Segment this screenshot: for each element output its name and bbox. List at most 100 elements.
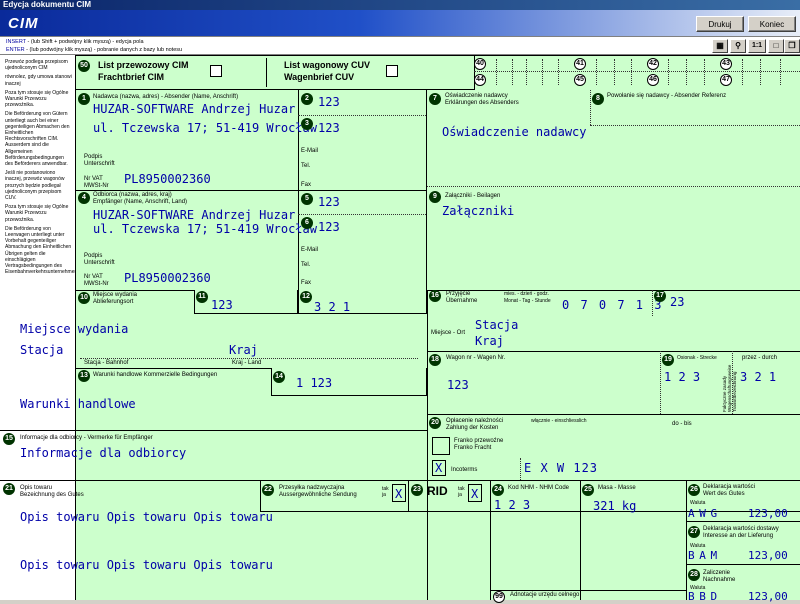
field-6-value[interactable]: 123 xyxy=(318,220,340,234)
goods-description-line-2[interactable]: Opis towaru Opis towaru Opis towaru xyxy=(20,558,273,572)
consignee-name[interactable]: HUZAR-SOFTWARE Andrzej Huzar xyxy=(93,208,295,222)
cash-on-delivery-amount[interactable]: 123,00 xyxy=(748,590,788,604)
field-27-badge: 27 xyxy=(688,526,700,538)
sidebar-note: Die Beförderung von Leerwagen unterliegt… xyxy=(5,225,76,276)
payment-incl-label: włącznie - einschliesslich xyxy=(531,418,587,424)
print-button[interactable]: Drukuj xyxy=(696,16,744,32)
zoom-icon[interactable]: ⚲ xyxy=(730,39,746,53)
nhm-code-value[interactable]: 1 2 3 xyxy=(494,498,530,512)
zoom-fit-icon[interactable]: ▦ xyxy=(712,39,728,53)
route-value-2[interactable]: 3 2 1 xyxy=(740,370,776,384)
field-13-badge: 13 xyxy=(78,370,90,382)
franko-checkbox[interactable] xyxy=(432,437,450,455)
field-14-value[interactable]: 1 123 xyxy=(296,376,332,390)
delivery-interest-currency[interactable]: B A M xyxy=(688,549,717,563)
field-11-badge: 11 xyxy=(196,291,208,303)
delivery-place-label: Miejsce wydania xyxy=(93,292,138,298)
acceptance-datetime-value[interactable]: 0 7 0 7 1 3 xyxy=(562,298,663,312)
field-40-badge: 40 xyxy=(474,58,486,70)
declaration-label-de: Erklärungen des Absenders xyxy=(445,100,519,106)
field-8-badge: 8 xyxy=(592,93,604,105)
field-21-badge: 21 xyxy=(3,483,15,495)
wagon-number-label: Wagon nr - Wagen Nr. xyxy=(446,355,506,361)
field-4-badge: 4 xyxy=(78,192,90,204)
declared-value-currency[interactable]: A W G xyxy=(688,507,717,521)
page-icon[interactable]: □ xyxy=(768,39,784,53)
field-9-badge: 9 xyxy=(429,191,441,203)
declaration-label: Oświadczenie nadawcy xyxy=(445,93,508,99)
delivery-station-value[interactable]: Stacja xyxy=(20,343,63,357)
consignee-label: Odbiorca (nazwa, adres, kraj) xyxy=(93,192,172,198)
commercial-terms-label: Warunki handlowe Kommerzielle Bedingunge… xyxy=(93,372,218,378)
field-14-badge: 14 xyxy=(273,371,285,383)
field-3-value[interactable]: 123 xyxy=(318,121,340,135)
delivery-interest-label-de: Interesse an der Lieferung xyxy=(703,533,774,539)
cim-subtitle: Frachtbrief CIM xyxy=(98,72,165,82)
delivery-place-value[interactable]: Miejsce wydania xyxy=(20,322,128,336)
delivery-interest-amount[interactable]: 123,00 xyxy=(748,549,788,563)
cim-logo: CIM xyxy=(8,15,39,32)
route-label: Osionak - Strecke xyxy=(677,355,717,361)
sender-reference-label: Powołanie się nadawcy - Absender Referen… xyxy=(607,93,727,99)
consignee-info-value[interactable]: Informacje dla odbiorcy xyxy=(20,446,186,460)
consignee-sign-label-de: Unterschrift xyxy=(84,260,115,266)
field-17-value[interactable]: 23 xyxy=(670,295,684,309)
wagon-number-value[interactable]: 123 xyxy=(447,378,469,392)
page-copy-icon[interactable]: ❐ xyxy=(784,39,800,53)
delivery-place-label-de: Ablieferungsort xyxy=(93,299,134,305)
attachments-label: Załączniki - Beilagen xyxy=(445,193,501,199)
commercial-terms-value[interactable]: Warunki handlowe xyxy=(20,397,136,411)
cuv-checkbox[interactable] xyxy=(386,65,398,77)
field-5-value[interactable]: 123 xyxy=(318,195,340,209)
acceptance-label: Przyjęcie xyxy=(446,291,471,297)
sender-name[interactable]: HUZAR-SOFTWARE Andrzej Huzar xyxy=(93,102,295,116)
declared-value-amount[interactable]: 123,00 xyxy=(748,507,788,521)
incoterms-label: Incoterms xyxy=(451,467,478,473)
route-value-1[interactable]: 1 2 3 xyxy=(664,370,700,384)
cash-on-delivery-label-de: Nachnahme xyxy=(703,577,736,583)
insert-key: INSERT xyxy=(6,39,26,45)
field-7-badge: 7 xyxy=(429,93,441,105)
declaration-value[interactable]: Oświadczenie nadawcy xyxy=(442,125,587,139)
rid-label: RID xyxy=(427,484,448,498)
consignee-vat-label: Nr VAT xyxy=(84,274,103,280)
sidebar-note: równolez, gdy umowa stanowi inaczej xyxy=(5,74,72,87)
payment-to-label: do - bis xyxy=(672,421,692,427)
acceptance-station-value[interactable]: Stacja xyxy=(475,318,518,332)
consignee-info-label: Informacje dla odbiorcy - Vermerke für E… xyxy=(20,435,153,441)
sender-tel-label: Tel. xyxy=(301,163,311,169)
cash-on-delivery-currency[interactable]: B B D xyxy=(688,590,717,604)
sender-vat-label: Nr VAT xyxy=(84,176,103,182)
field-45-badge: 45 xyxy=(574,74,586,86)
incoterms-value[interactable]: E X W 123 xyxy=(524,461,598,475)
enter-key: ENTER xyxy=(6,47,25,53)
zoom-1to1-button[interactable]: 1:1 xyxy=(748,39,766,53)
exceptional-mark: X xyxy=(395,487,403,501)
consignee-vat-value[interactable]: PL8950002360 xyxy=(124,271,211,285)
cim-checkbox[interactable] xyxy=(210,65,222,77)
field-2-badge: 2 xyxy=(301,93,313,105)
field-24-badge: 24 xyxy=(492,484,504,496)
delivery-station-label: Stacja - Bahnhof xyxy=(84,360,129,366)
cash-on-delivery-label: Zaliczenie xyxy=(703,570,731,576)
field-18-badge: 18 xyxy=(429,354,441,366)
close-button[interactable]: Koniec xyxy=(748,16,796,32)
sender-vat-value[interactable]: PL8950002360 xyxy=(124,172,211,186)
field-11-value[interactable]: 123 xyxy=(211,298,233,312)
field-41-badge: 41 xyxy=(574,58,586,70)
mass-value[interactable]: 321 kg xyxy=(593,499,636,513)
sender-address[interactable]: ul. Tczewska 17; 51-419 Wrocław xyxy=(93,121,317,135)
exceptional-ja-label: ja xyxy=(382,492,386,498)
acceptance-country-value[interactable]: Kraj xyxy=(475,334,504,348)
field-2-value[interactable]: 123 xyxy=(318,95,340,109)
field-11-box xyxy=(194,290,298,314)
goods-description-line-1[interactable]: Opis towaru Opis towaru Opis towaru xyxy=(20,510,273,524)
attachments-value[interactable]: Załączniki xyxy=(442,204,514,218)
rid-ja-label: ja xyxy=(458,492,462,498)
field-42-badge: 42 xyxy=(647,58,659,70)
consignee-address[interactable]: ul. Tczewska 17; 51-419 Wrocław xyxy=(93,222,317,236)
field-17-badge: 17 xyxy=(654,290,666,302)
goods-description-label: Opis towaru xyxy=(20,485,53,491)
field-12-value[interactable]: 3 2 1 xyxy=(314,300,350,314)
delivery-country-value[interactable]: Kraj xyxy=(229,343,258,357)
